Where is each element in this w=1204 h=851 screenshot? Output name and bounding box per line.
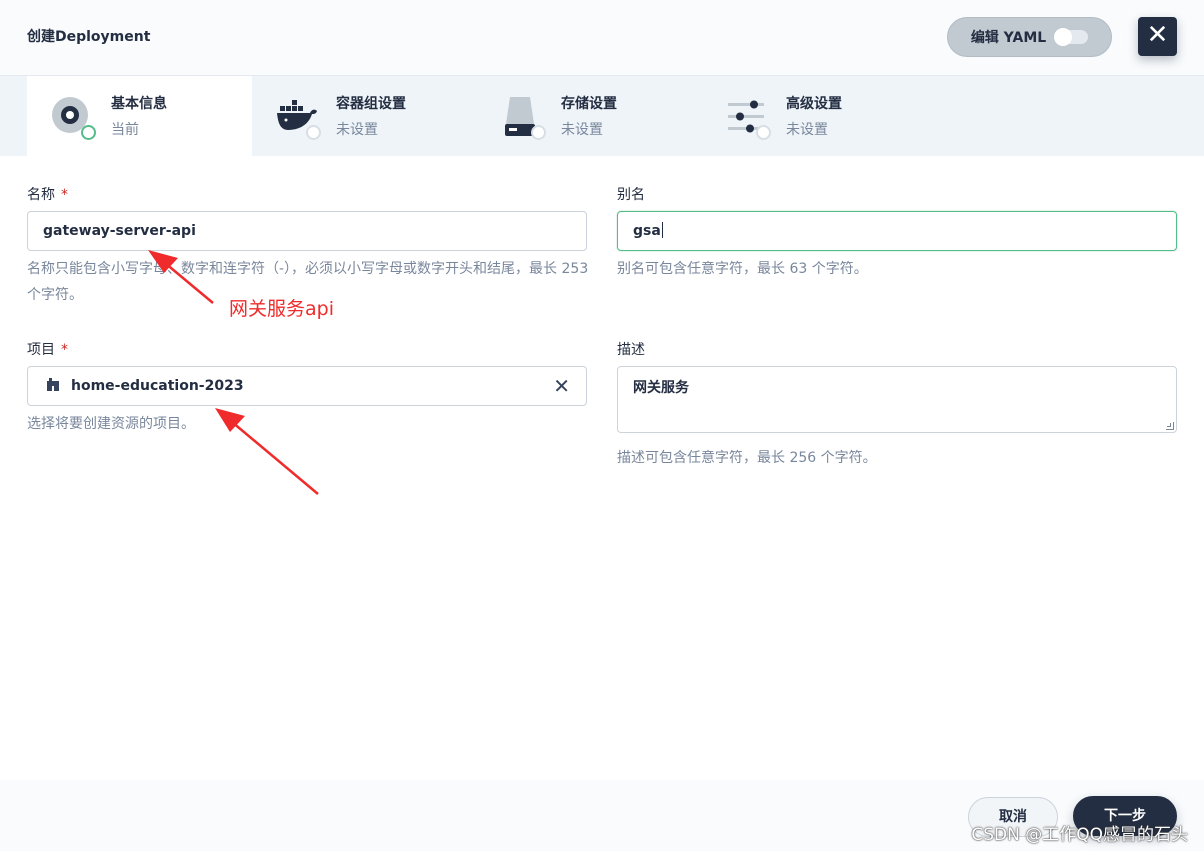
tab-container-settings[interactable]: 容器组设置 未设置: [252, 76, 477, 156]
tab-basic-info[interactable]: 基本信息 当前: [27, 76, 252, 156]
status-dot-icon: [531, 125, 546, 140]
tab-status: 未设置: [336, 122, 378, 138]
annotation-text: 网关服务api: [229, 298, 334, 320]
description-value: 网关服务: [633, 380, 689, 396]
watermark: CSDN @工作QQ感冒的石头: [971, 825, 1188, 845]
tab-status: 未设置: [786, 122, 828, 138]
dialog-header: 创建Deployment 编辑 YAML ✕: [0, 0, 1204, 76]
tab-status: 当前: [111, 122, 139, 138]
description-textarea[interactable]: 网关服务: [617, 366, 1177, 433]
name-input[interactable]: gateway-server-api: [27, 211, 587, 251]
tab-title: 基本信息: [111, 96, 167, 112]
alias-input[interactable]: gsa: [617, 211, 1177, 251]
status-dot-icon: [756, 125, 771, 140]
required-mark: *: [61, 187, 68, 203]
project-hint: 选择将要创建资源的项目。: [27, 416, 195, 432]
name-label: 名称 *: [27, 184, 68, 204]
status-dot-icon: [81, 125, 96, 140]
tab-advanced-settings[interactable]: 高级设置 未设置: [702, 76, 927, 156]
close-icon: ✕: [1146, 20, 1169, 50]
status-dot-icon: [306, 125, 321, 140]
step-tabs: 基本信息 当前 容器组设置 未设置 存储设置 未设置 高级设置 未设置: [0, 76, 1204, 156]
close-button[interactable]: ✕: [1138, 17, 1177, 56]
required-mark: *: [61, 342, 68, 358]
dialog-title: 创建Deployment: [27, 29, 151, 45]
edit-yaml-toggle-button[interactable]: 编辑 YAML: [947, 17, 1112, 57]
tab-title: 存储设置: [561, 96, 617, 112]
project-label: 项目 *: [27, 339, 68, 359]
text-cursor: [661, 222, 663, 238]
clear-icon[interactable]: ✕: [553, 367, 570, 405]
description-hint: 描述可包含任意字符，最长 256 个字符。: [617, 450, 877, 466]
alias-label: 别名: [617, 187, 645, 203]
tab-status: 未设置: [561, 122, 603, 138]
alias-hint: 别名可包含任意字符，最长 63 个字符。: [617, 261, 868, 277]
tab-storage-settings[interactable]: 存储设置 未设置: [477, 76, 702, 156]
alias-value: gsa: [633, 223, 661, 239]
project-label-text: 项目: [27, 342, 55, 358]
edit-yaml-label: 编辑 YAML: [970, 30, 1047, 46]
toggle-switch-icon[interactable]: [1054, 28, 1089, 46]
project-select[interactable]: home-education-2023 ✕: [27, 366, 587, 406]
tab-title: 容器组设置: [336, 96, 406, 112]
project-icon: [47, 378, 59, 391]
project-value: home-education-2023: [71, 378, 244, 394]
resize-handle-icon[interactable]: [1166, 422, 1174, 430]
description-label: 描述: [617, 342, 645, 358]
tab-title: 高级设置: [786, 96, 842, 112]
name-label-text: 名称: [27, 187, 55, 203]
